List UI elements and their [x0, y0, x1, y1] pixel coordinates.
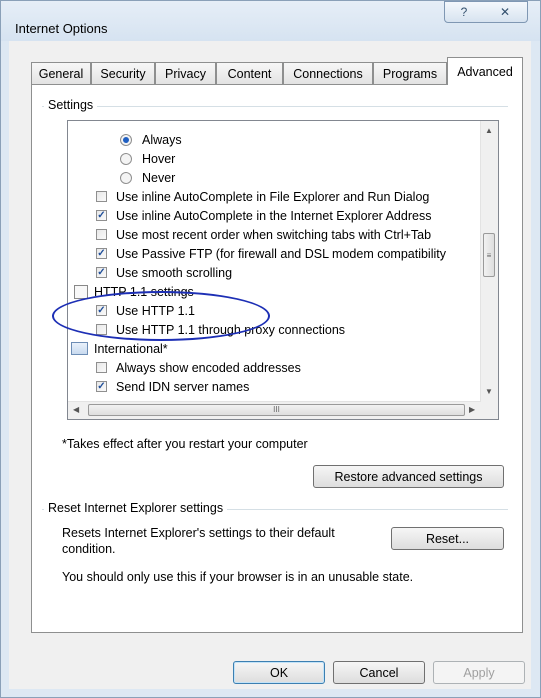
checkbox-checked[interactable]: ✓ — [96, 267, 107, 278]
tab-advanced[interactable]: Advanced — [447, 57, 523, 85]
option-label: Hover — [142, 151, 176, 166]
settings-tree[interactable]: Always Hover Never Use inline AutoComple… — [67, 120, 499, 420]
annotation-ellipse — [52, 291, 270, 341]
tab-content-label: Content — [227, 66, 272, 81]
scrollbar-corner — [481, 402, 498, 419]
scroll-right-icon[interactable]: ▶ — [469, 405, 475, 414]
settings-group-line — [42, 106, 508, 107]
option-label: Use inline AutoComplete in the Internet … — [116, 208, 432, 223]
option-label: Never — [142, 170, 176, 185]
close-button[interactable]: ✕ — [483, 1, 528, 23]
reset-button[interactable]: Reset... — [391, 527, 504, 550]
option-recent-order-tabs[interactable]: Use most recent order when switching tab… — [96, 225, 431, 244]
tab-privacy[interactable]: Privacy — [155, 62, 216, 84]
option-show-encoded-addresses[interactable]: Always show encoded addresses — [96, 358, 301, 377]
folder-icon — [74, 284, 88, 299]
tab-connections-label: Connections — [293, 66, 363, 81]
restore-advanced-settings-button[interactable]: Restore advanced settings — [313, 465, 504, 488]
option-label: Always — [142, 132, 182, 147]
reset-group-label: Reset Internet Explorer settings — [44, 501, 228, 515]
apply-button-label: Apply — [463, 665, 495, 680]
option-label: Send IDN server names — [116, 379, 250, 394]
option-smooth-scrolling[interactable]: ✓ Use smooth scrolling — [96, 263, 232, 282]
vertical-scroll-thumb[interactable]: ≡ — [483, 233, 495, 277]
checkbox-checked[interactable]: ✓ — [96, 381, 107, 392]
ok-button-label: OK — [269, 665, 289, 680]
reset-button-label: Reset... — [425, 531, 470, 546]
option-passive-ftp[interactable]: ✓ Use Passive FTP (for firewall and DSL m… — [96, 244, 446, 263]
tab-general-label: General — [38, 66, 84, 81]
checkbox[interactable] — [96, 191, 107, 202]
option-label: Use most recent order when switching tab… — [116, 227, 432, 242]
ok-button[interactable]: OK — [233, 661, 325, 684]
option-inline-autocomplete-explorer[interactable]: Use inline AutoComplete in File Explorer… — [96, 187, 429, 206]
category-international: International* — [71, 339, 168, 358]
option-label: Always show encoded addresses — [116, 360, 301, 375]
radio-button[interactable] — [120, 171, 132, 184]
help-button[interactable]: ? — [444, 1, 484, 23]
title-bar: Internet Options ? ✕ — [1, 1, 540, 41]
tab-security-label: Security — [100, 66, 146, 81]
radio-button[interactable] — [120, 133, 132, 146]
reset-warning: You should only use this if your browser… — [62, 570, 414, 584]
tab-general[interactable]: General — [31, 62, 91, 84]
horizontal-scroll-thumb[interactable]: III — [88, 404, 465, 416]
option-label: Use Passive FTP (for firewall and DSL mo… — [116, 246, 446, 261]
tab-security[interactable]: Security — [91, 62, 155, 84]
category-label: International* — [94, 341, 168, 356]
tab-programs[interactable]: Programs — [373, 62, 447, 84]
window-title: Internet Options — [15, 21, 108, 36]
apply-button[interactable]: Apply — [433, 661, 525, 684]
option-label: Use smooth scrolling — [116, 265, 233, 280]
tab-privacy-label: Privacy — [165, 66, 206, 81]
radio-dot — [123, 136, 129, 143]
globe-icon — [71, 342, 88, 355]
checkbox[interactable] — [96, 362, 107, 373]
checkbox-checked[interactable]: ✓ — [96, 248, 107, 259]
restore-button-label: Restore advanced settings — [334, 469, 483, 484]
radio-button[interactable] — [120, 152, 132, 165]
tab-programs-label: Programs — [382, 66, 438, 81]
scroll-down-icon[interactable]: ▼ — [485, 387, 493, 396]
restart-note: *Takes effect after you restart your com… — [62, 437, 308, 451]
option-send-idn-names[interactable]: ✓ Send IDN server names — [96, 377, 249, 396]
option-inline-autocomplete-address[interactable]: ✓ Use inline AutoComplete in the Internet… — [96, 206, 431, 225]
option-never[interactable]: Never — [120, 168, 175, 187]
checkbox-checked[interactable]: ✓ — [96, 210, 107, 221]
option-hover[interactable]: Hover — [120, 149, 175, 168]
checkbox[interactable] — [96, 229, 107, 240]
cancel-button[interactable]: Cancel — [333, 661, 425, 684]
close-icon: ✕ — [499, 5, 511, 19]
scroll-up-icon[interactable]: ▲ — [485, 126, 493, 135]
tab-advanced-label: Advanced — [457, 64, 513, 79]
settings-group-label: Settings — [44, 98, 98, 112]
option-always[interactable]: Always — [120, 130, 182, 149]
tab-content[interactable]: Content — [216, 62, 283, 84]
horizontal-scrollbar[interactable]: ◀ III ▶ — [68, 401, 481, 419]
reset-description: Resets Internet Explorer's settings to t… — [62, 526, 335, 556]
tab-connections[interactable]: Connections — [283, 62, 373, 84]
vertical-scrollbar[interactable]: ▲ ≡ ▼ — [480, 121, 498, 403]
help-icon: ? — [460, 5, 468, 19]
scroll-left-icon[interactable]: ◀ — [73, 405, 79, 414]
cancel-button-label: Cancel — [359, 665, 399, 680]
option-label: Use inline AutoComplete in File Explorer… — [116, 189, 430, 204]
